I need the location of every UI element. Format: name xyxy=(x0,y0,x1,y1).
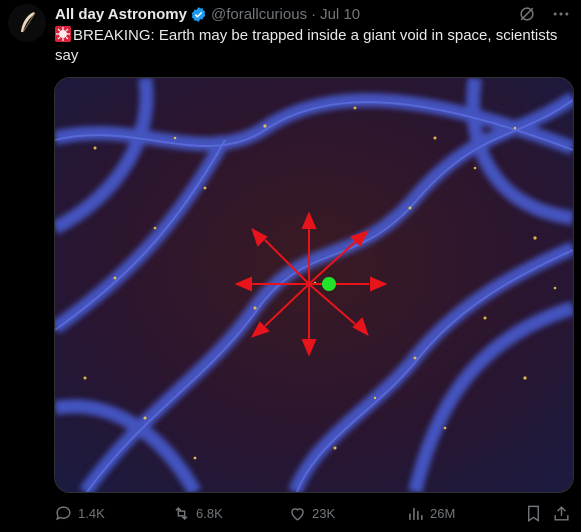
tweet-date[interactable]: Jul 10 xyxy=(320,6,360,23)
tweet[interactable]: All day Astronomy @forallcurious · Jul 1… xyxy=(0,0,581,532)
bookmark-button[interactable] xyxy=(524,504,548,523)
reply-count: 1.4K xyxy=(78,506,105,521)
repost-button[interactable]: 6.8K xyxy=(172,504,223,523)
bookmark-icon xyxy=(528,505,539,522)
repost-icon xyxy=(175,506,188,521)
reply-icon xyxy=(56,506,71,521)
author-name[interactable]: All day Astronomy xyxy=(55,6,187,23)
like-button[interactable]: 23K xyxy=(288,504,335,523)
avatar[interactable] xyxy=(8,4,46,42)
repost-count: 6.8K xyxy=(196,506,223,521)
tweet-media[interactable] xyxy=(54,77,574,493)
more-options-icon[interactable] xyxy=(551,4,571,24)
reply-button[interactable]: 1.4K xyxy=(54,504,105,523)
feather-logo-icon xyxy=(8,4,46,42)
share-button[interactable] xyxy=(552,504,576,523)
top-actions xyxy=(517,4,571,24)
tweet-text: BREAKING: Earth may be trapped inside a … xyxy=(55,27,558,64)
action-bar: 1.4K 6.8K 23K 26M xyxy=(54,504,574,528)
share-icon xyxy=(554,506,569,521)
views-count: 26M xyxy=(430,506,456,521)
cosmic-web-image xyxy=(55,78,573,492)
verified-badge-icon xyxy=(190,6,207,23)
separator-dot: · xyxy=(311,5,317,23)
views-button[interactable]: 26M xyxy=(406,504,455,523)
earth-marker xyxy=(322,277,336,291)
siren-icon xyxy=(55,26,71,42)
like-count: 23K xyxy=(312,506,336,521)
tweet-text-container: BREAKING: Earth may be trapped inside a … xyxy=(55,26,575,66)
grok-icon[interactable] xyxy=(517,4,537,24)
analytics-icon xyxy=(409,507,423,520)
heart-icon xyxy=(291,508,304,521)
tweet-header: All day Astronomy @forallcurious · Jul 1… xyxy=(55,4,360,24)
author-handle[interactable]: @forallcurious xyxy=(211,6,307,23)
